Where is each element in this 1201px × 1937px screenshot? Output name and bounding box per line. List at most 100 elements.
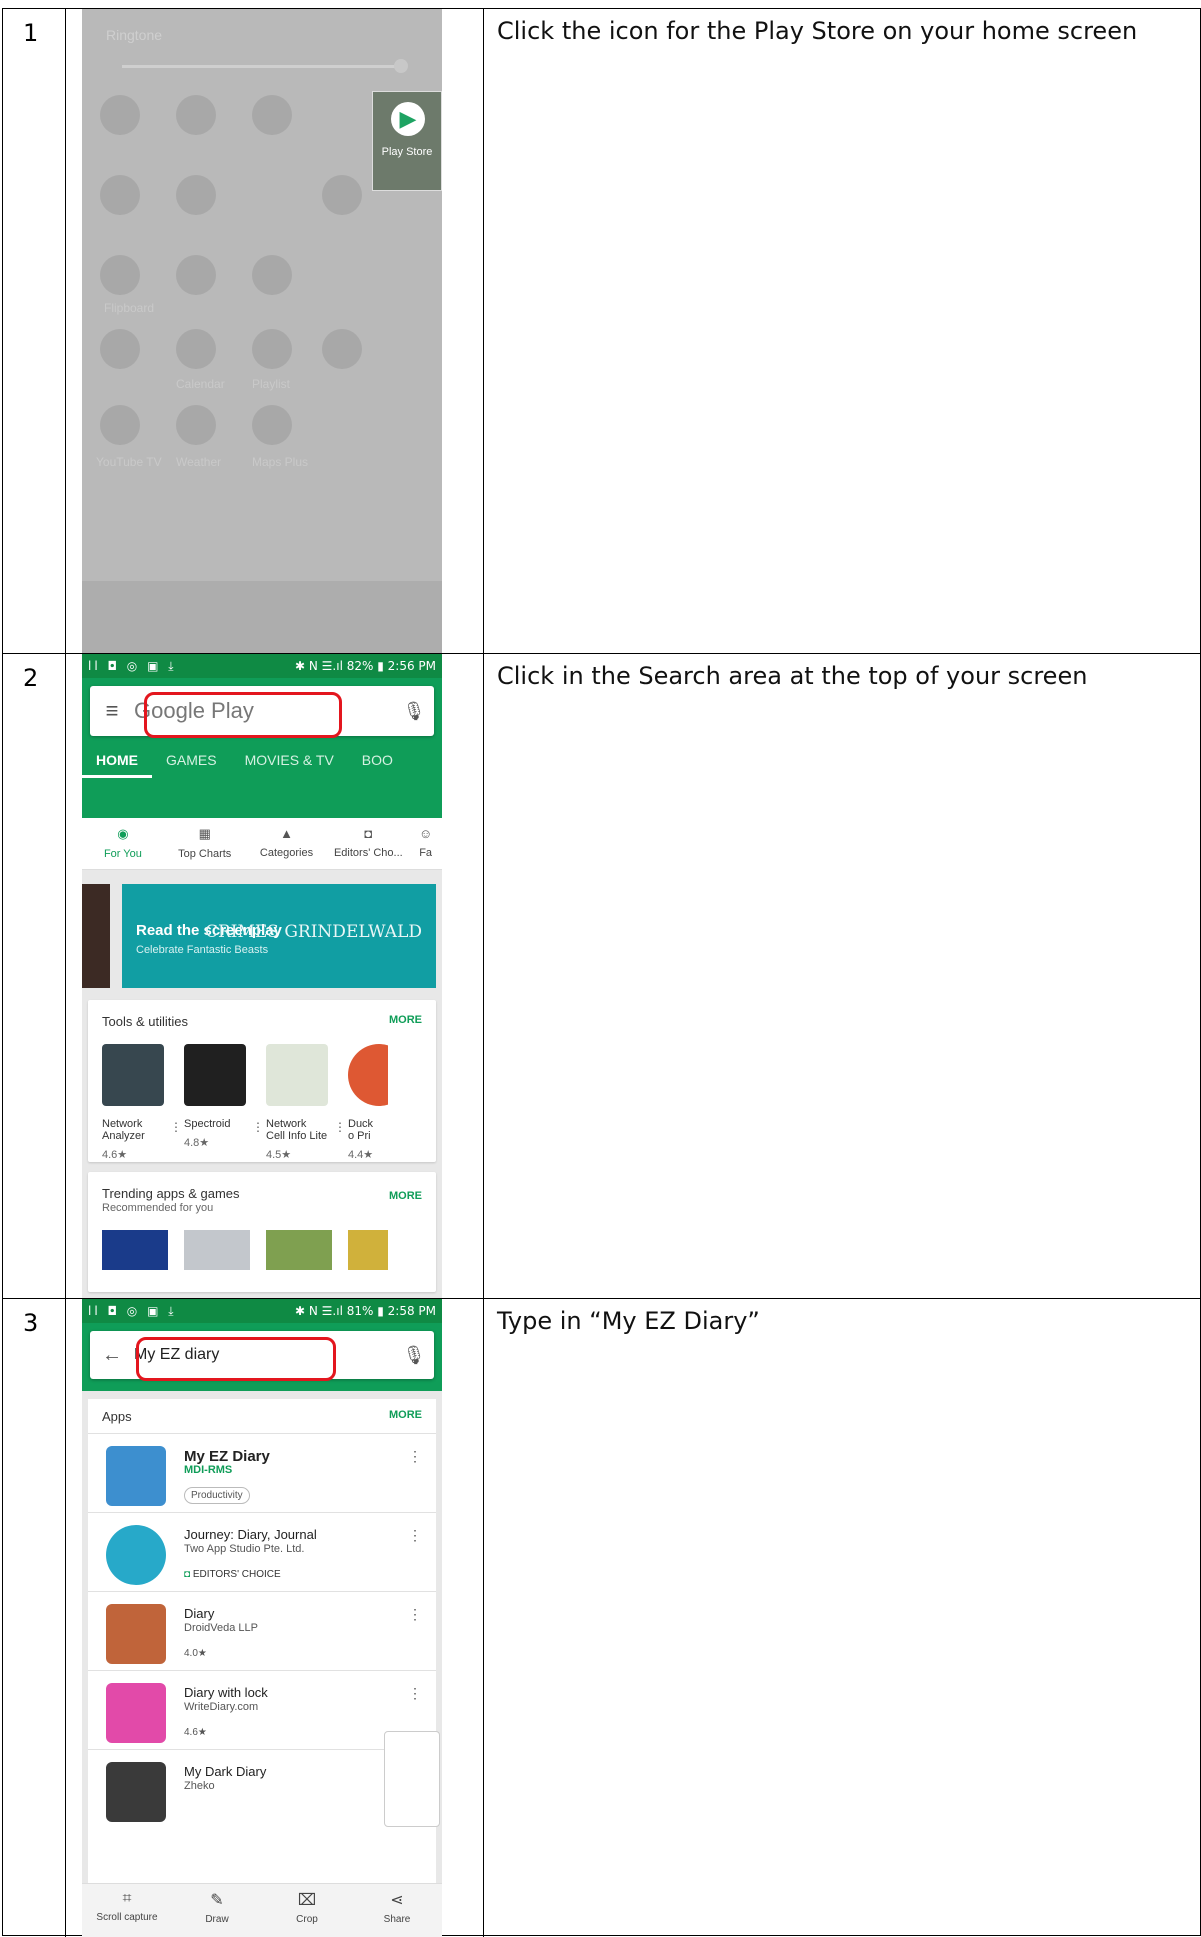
dock xyxy=(82,581,442,653)
share-icon: ⋖ xyxy=(390,1892,404,1909)
overflow-icon[interactable]: ⋮ xyxy=(408,1685,422,1702)
overflow-icon[interactable]: ⋮ xyxy=(334,1120,346,1134)
tools-card: Tools & utilities MORE Network Analyzer … xyxy=(88,1000,436,1162)
mic-icon[interactable]: 🎙 xyxy=(394,1345,434,1366)
home-feed: Read the screenplay Celebrate Fantastic … xyxy=(82,870,442,1298)
app-label: Weather xyxy=(176,455,222,469)
family-icon: ☺ xyxy=(418,826,433,841)
tab-games[interactable]: GAMES xyxy=(152,744,231,778)
subnav-top-charts[interactable]: ▦ Top Charts xyxy=(164,818,246,869)
result-item[interactable]: Diary DroidVeda LLP 4.0★ ⋮ xyxy=(88,1591,436,1670)
step-instruction: Type in “My EZ Diary” xyxy=(497,1307,760,1335)
subnav-for-you[interactable]: ◉ For You xyxy=(82,818,164,869)
card-subtitle: Recommended for you xyxy=(102,1202,214,1214)
step-row-2: 2 ll ◘ ◎ ▣ ⤓ ✱ Ν ☰.ıl 82% ▮ 2:56 PM ≡ Go… xyxy=(3,654,1200,1299)
chart-icon: ▦ xyxy=(198,826,211,841)
dark-diary-icon xyxy=(106,1762,166,1822)
play-store-shortcut[interactable]: ▶ Play Store xyxy=(372,91,442,191)
app-icon xyxy=(322,175,362,215)
duck-icon xyxy=(348,1044,388,1106)
result-item[interactable]: Journey: Diary, Journal Two App Studio P… xyxy=(88,1512,436,1591)
search-bar[interactable]: ≡ Google Play 🎙 xyxy=(90,686,434,738)
step-instruction: Click the icon for the Play Store on you… xyxy=(497,17,1138,45)
banner-prev[interactable] xyxy=(82,884,110,988)
app-thumbnail[interactable] xyxy=(184,1230,250,1270)
editors-badge-icon: ◘ xyxy=(184,1569,193,1580)
overflow-icon[interactable]: ⋮ xyxy=(408,1448,422,1465)
capture-toolbar: ⌗ Scroll capture ✎ Draw ⌧ Crop ⋖ Share xyxy=(82,1883,442,1937)
play-store-icon: ▶ xyxy=(391,102,425,136)
app-label: Maps Plus xyxy=(252,455,309,469)
more-link[interactable]: MORE xyxy=(389,1409,422,1421)
results-list: Apps MORE My EZ Diary MDI-RMS Productivi… xyxy=(82,1391,442,1937)
result-item[interactable]: My EZ Diary MDI-RMS Productivity ⋮ xyxy=(88,1433,436,1512)
back-arrow-icon[interactable]: ← xyxy=(90,1344,134,1367)
play-search-results: ll ◘ ◎ ▣ ⤓ ✱ Ν ☰.ıl 81% ▮ 2:58 PM ← My E… xyxy=(82,1299,442,1937)
app-tile[interactable]: Network Analyzer 4.6★ ⋮ xyxy=(102,1044,182,1161)
draw-button[interactable]: ✎ Draw xyxy=(172,1884,262,1937)
step-number: 2 xyxy=(3,654,66,1298)
badge-icon: ◘ xyxy=(364,826,373,841)
overflow-icon[interactable]: ⋮ xyxy=(408,1606,422,1623)
menu-icon[interactable]: ≡ xyxy=(90,698,134,724)
app-icon xyxy=(252,95,292,135)
scroll-capture-button[interactable]: ⌗ Scroll capture xyxy=(82,1884,172,1937)
subnav-editors-choice[interactable]: ◘ Editors' Cho... xyxy=(327,818,409,869)
step-number: 3 xyxy=(3,1299,66,1937)
play-store-home: ll ◘ ◎ ▣ ⤓ ✱ Ν ☰.ıl 82% ▮ 2:56 PM ≡ Goog… xyxy=(82,654,442,1298)
card-title: Tools & utilities xyxy=(102,1014,188,1029)
slider-knob xyxy=(394,59,408,73)
play-header: ≡ Google Play 🎙 HOME GAMES MOVIES & TV B… xyxy=(82,678,442,818)
step-instruction: Click in the Search area at the top of y… xyxy=(497,662,1088,690)
app-thumbnail[interactable] xyxy=(348,1230,388,1270)
app-thumbnail[interactable] xyxy=(266,1230,332,1270)
banner-subtitle: Celebrate Fantastic Beasts xyxy=(136,944,269,956)
more-link[interactable]: MORE xyxy=(389,1014,422,1026)
app-tile[interactable]: Network Cell Info Lite 4.5★ ⋮ xyxy=(266,1044,346,1161)
subnav-categories[interactable]: ▲ Categories xyxy=(246,818,328,869)
spectrum-icon xyxy=(184,1044,246,1106)
step-row-3: 3 ll ◘ ◎ ▣ ⤓ ✱ Ν ☰.ıl 81% ▮ 2:58 PM ← My… xyxy=(3,1299,1200,1937)
mic-icon[interactable]: 🎙 xyxy=(394,701,434,722)
tab-books[interactable]: BOO xyxy=(348,744,407,778)
home-screen: Ringtone Flipboard Calendar Playlist You… xyxy=(82,9,442,653)
overflow-icon[interactable]: ⋮ xyxy=(408,1527,422,1544)
app-label: YouTube TV xyxy=(96,455,162,469)
volume-slider xyxy=(122,65,402,68)
tab-home[interactable]: HOME xyxy=(82,744,152,778)
book-icon xyxy=(106,1446,166,1506)
step-screenshot: ll ◘ ◎ ▣ ⤓ ✱ Ν ☰.ıl 82% ▮ 2:56 PM ≡ Goog… xyxy=(66,654,484,1298)
step-number: 1 xyxy=(3,9,66,653)
app-icon xyxy=(176,255,216,295)
app-icon xyxy=(176,95,216,135)
app-label: Flipboard xyxy=(104,301,155,315)
search-bar[interactable]: ← My EZ diary 🎙 xyxy=(90,1331,434,1381)
promo-banner[interactable]: Read the screenplay Celebrate Fantastic … xyxy=(122,884,436,988)
sub-navigation: ◉ For You ▦ Top Charts ▲ Categories ◘ Editor… xyxy=(82,818,442,870)
crop-button[interactable]: ⌧ Crop xyxy=(262,1884,352,1937)
app-thumbnail[interactable] xyxy=(102,1230,168,1270)
overflow-icon[interactable]: ⋮ xyxy=(170,1120,182,1134)
step-screenshot: ll ◘ ◎ ▣ ⤓ ✱ Ν ☰.ıl 81% ▮ 2:58 PM ← My E… xyxy=(66,1299,484,1937)
tab-movies[interactable]: MOVIES & TV xyxy=(231,744,348,778)
overflow-icon[interactable]: ⋮ xyxy=(252,1120,264,1134)
subnav-family[interactable]: ☺ Fa xyxy=(409,818,442,869)
app-icon xyxy=(100,255,140,295)
app-tile[interactable]: Spectroid 4.8★ ⋮ xyxy=(184,1044,264,1149)
network-icon xyxy=(102,1044,164,1106)
app-label: Calendar xyxy=(176,377,225,391)
app-icon xyxy=(100,405,140,445)
journey-icon xyxy=(106,1525,166,1585)
app-tile[interactable]: Duck o Pri 4.4★ xyxy=(348,1044,388,1161)
step-row-1: 1 Ringtone Flipboard Calendar Playlist Y… xyxy=(3,9,1200,654)
app-icon xyxy=(176,175,216,215)
instruction-table: 1 Ringtone Flipboard Calendar Playlist Y… xyxy=(2,8,1201,1937)
highlight-box xyxy=(136,1337,336,1381)
app-icon xyxy=(100,329,140,369)
more-link[interactable]: MORE xyxy=(389,1190,422,1202)
app-icon xyxy=(176,405,216,445)
banner-artwork-text: CRIMES GRINDELWALD xyxy=(204,922,422,942)
capture-thumbnail[interactable] xyxy=(384,1731,440,1827)
share-button[interactable]: ⋖ Share xyxy=(352,1884,442,1937)
status-bar: ll ◘ ◎ ▣ ⤓ ✱ Ν ☰.ıl 81% ▮ 2:58 PM xyxy=(82,1299,442,1323)
